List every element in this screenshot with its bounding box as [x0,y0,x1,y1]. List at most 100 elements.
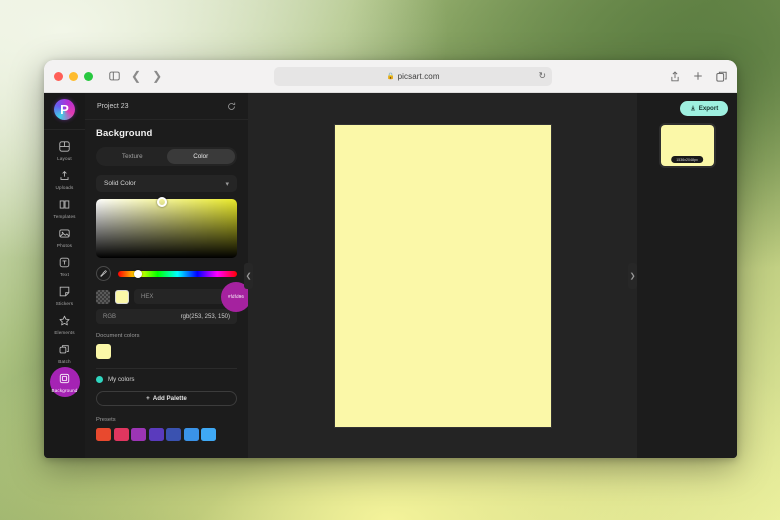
add-palette-button[interactable]: + Add Palette [96,391,237,406]
rail-item-label: Uploads [55,185,74,190]
tab-color[interactable]: Color [166,149,235,164]
rail-item-stickers[interactable]: Stickers [46,280,84,309]
background-panel: Project 23 Background Texture Color Soli… [85,93,248,458]
text-icon [59,255,70,270]
photos-icon [59,226,70,241]
rail-item-batch[interactable]: Batch [46,338,84,367]
share-icon[interactable] [670,70,680,82]
add-palette-label: Add Palette [152,395,187,402]
current-color-swatch[interactable] [115,289,129,304]
preset-swatch[interactable] [131,428,146,441]
preset-swatch[interactable] [201,428,216,441]
tab-overview-icon[interactable] [716,71,727,82]
plus-icon: + [146,395,150,402]
document-colors-title: Document colors [96,333,140,339]
project-bar: Project 23 [85,93,248,120]
close-window-button[interactable] [54,71,63,81]
rgb-label: RGB [103,313,117,320]
hex-input[interactable]: HEX #fdfd96 [134,281,248,312]
forward-button[interactable]: ❯ [152,70,162,82]
lock-icon: 🔒 [386,73,395,80]
circle-icon [96,376,103,383]
browser-toolbar: ❮ ❯ 🔒 picsart.com ↻ [44,60,737,93]
rail-item-label: Stickers [55,301,74,306]
rail-item-label: Templates [53,214,76,219]
chevron-down-icon: ▾ [225,180,229,188]
project-title: Project 23 [97,102,129,110]
sidebar-toggle-icon[interactable] [109,71,120,81]
rail-item-label: Background [51,388,78,393]
batch-icon [59,342,70,357]
hue-slider[interactable] [118,269,237,278]
panel-divider [96,368,237,369]
rail-item-label: Batch [58,359,71,364]
rail-item-uploads[interactable]: Uploads [46,164,84,193]
collapse-right-panel-button[interactable]: ❯ [628,262,637,289]
export-button-label: Export [698,105,719,112]
background-icon [59,371,70,386]
presets-title: Presets [96,417,116,423]
panel-body: Background Texture Color Solid Color ▾ H… [85,120,248,458]
tool-rail: P Layout Uploads Templates Photos Text S… [44,93,85,458]
rail-item-label: Elements [54,330,75,335]
color-mode-value: Solid Color [104,180,136,187]
hue-row [96,266,237,281]
rail-divider [44,129,85,130]
back-button[interactable]: ❮ [131,70,141,82]
rail-item-label: Layout [57,156,72,161]
download-icon [690,105,696,113]
preset-swatches [96,428,237,441]
star-icon [59,313,70,328]
export-button[interactable]: Export [680,101,728,116]
preset-swatch[interactable] [166,428,181,441]
rail-item-text[interactable]: Text [46,251,84,280]
saturation-value-field[interactable] [96,197,237,258]
layout-icon [59,139,70,154]
rail-item-background[interactable]: Background [46,367,84,396]
rail-item-label: Text [59,272,70,277]
address-bar[interactable]: 🔒 picsart.com ↻ [274,66,553,86]
right-panel: Export 1536x2048px [637,93,737,458]
artboard[interactable] [334,124,551,427]
plus-icon[interactable] [693,71,703,81]
rail-item-elements[interactable]: Elements [46,309,84,338]
color-mode-dropdown[interactable]: Solid Color ▾ [96,175,237,192]
document-color-swatch[interactable] [96,344,111,359]
rgb-value: rgb(253, 253, 150) [180,313,230,320]
templates-icon [59,197,70,212]
my-colors-label: My colors [108,376,135,383]
upload-icon [59,168,70,183]
canvas-area[interactable] [248,93,637,458]
picsart-logo[interactable]: P [54,99,75,120]
minimize-window-button[interactable] [69,71,78,81]
reload-icon[interactable]: ↻ [539,71,547,82]
preset-swatch[interactable] [148,428,164,441]
collapse-left-panel-button[interactable]: ❮ [244,262,253,289]
tab-texture[interactable]: Texture [98,149,167,164]
sync-icon[interactable] [227,102,236,111]
rail-item-photos[interactable]: Photos [46,222,84,251]
rail-item-templates[interactable]: Templates [46,193,84,222]
window-controls [54,71,93,81]
preset-swatch[interactable] [96,428,111,441]
transparency-swatch[interactable] [96,289,110,304]
eyedropper-icon[interactable] [96,266,111,281]
stickers-icon [59,284,70,299]
hex-row: HEX #fdfd96 [96,281,248,312]
hex-input-placeholder: HEX [141,293,154,300]
hue-slider-knob[interactable] [134,269,143,278]
rail-item-label: Photos [56,243,73,248]
preset-swatch[interactable] [113,428,129,441]
my-colors-row[interactable]: My colors [96,376,237,383]
thumbnail-dimensions: 1536x2048px [671,156,703,163]
rgb-input[interactable]: RGB rgb(253, 253, 150) [96,309,237,324]
maximize-window-button[interactable] [84,71,93,81]
rail-item-layout[interactable]: Layout [46,135,84,164]
preset-swatch[interactable] [183,428,199,441]
picsart-editor: P Layout Uploads Templates Photos Text S… [44,93,737,458]
sv-knob[interactable] [157,197,168,207]
desktop-background: ❮ ❯ 🔒 picsart.com ↻ P Layout Uploads Tem… [0,0,780,520]
background-type-tabs: Texture Color [96,147,237,166]
address-bar-url: picsart.com [397,71,440,81]
page-thumbnail[interactable]: 1536x2048px [660,125,714,166]
